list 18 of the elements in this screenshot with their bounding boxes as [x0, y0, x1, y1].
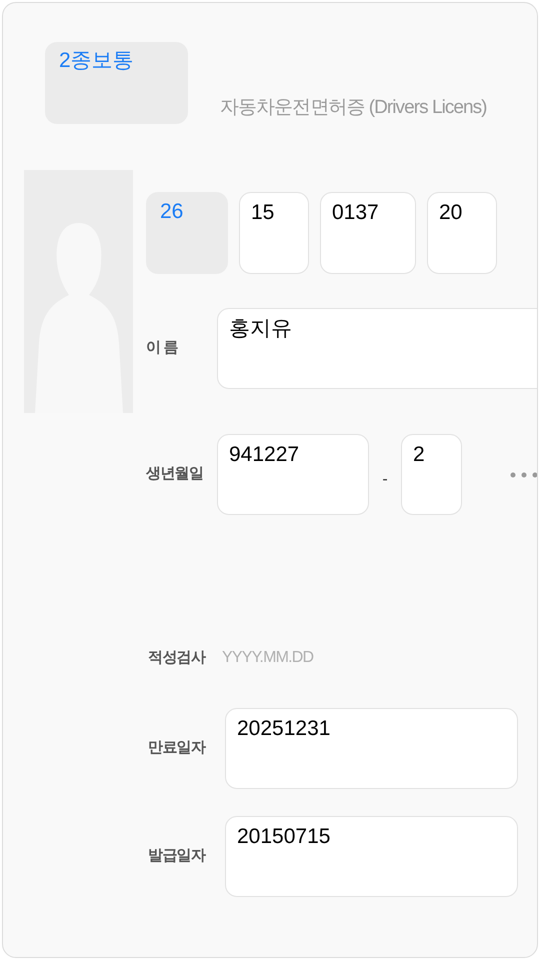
- aptitude-test-date: YYYY.MM.DD: [222, 648, 314, 668]
- masked-dots-icon: [510, 472, 537, 478]
- input-field[interactable]: 20: [427, 192, 497, 274]
- issue-date-label: 발급일자: [148, 846, 206, 866]
- birth-date-label: 생년월일: [146, 464, 204, 484]
- aptitude-test-label: 적성검사: [148, 648, 206, 668]
- license-class-badge: 2종보통: [45, 42, 188, 124]
- name-label: 이 름: [146, 338, 179, 358]
- card-title: 자동차운전면허증 (Drivers Licens): [220, 96, 487, 120]
- issue-date-field[interactable]: 20150715: [225, 816, 518, 897]
- separator-dash: -: [381, 470, 389, 490]
- name-field[interactable]: 홍지유: [217, 308, 537, 389]
- id-back-field[interactable]: 2: [401, 434, 462, 515]
- input-field[interactable]: 15: [239, 192, 309, 274]
- expiry-date-label: 만료일자: [148, 738, 206, 758]
- expiry-date-field[interactable]: 20251231: [225, 708, 518, 789]
- input-field[interactable]: 0137: [320, 192, 416, 274]
- birth-date-field[interactable]: 941227: [217, 434, 369, 515]
